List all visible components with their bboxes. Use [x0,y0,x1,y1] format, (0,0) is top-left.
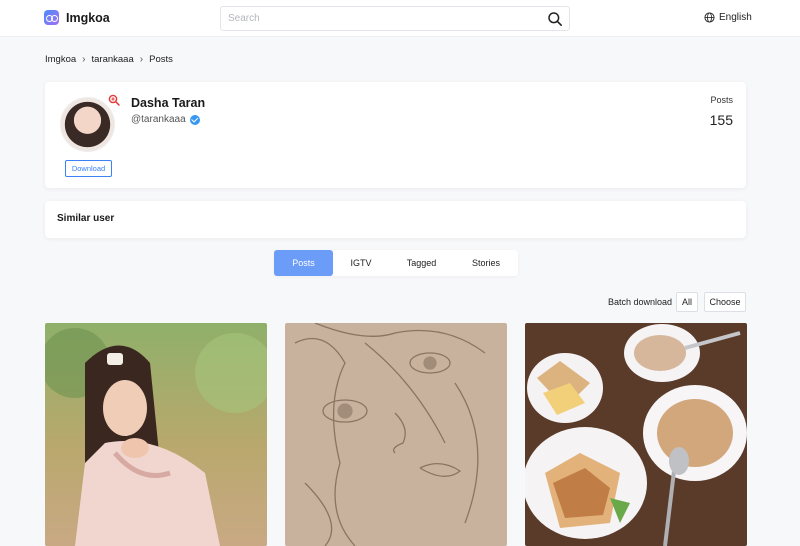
posts-label: Posts [710,95,733,105]
download-button[interactable]: Download [65,160,112,177]
similar-users-title: Similar user [57,213,115,224]
language-selector[interactable]: English [704,12,752,23]
tab-igtv[interactable]: IGTV [333,250,389,276]
post-thumbnail[interactable] [285,323,507,546]
profile-handle-row: @tarankaaa [131,114,200,125]
logo-icon [44,10,59,25]
post-thumbnail[interactable] [525,323,747,546]
post-image [525,323,747,546]
post-image [45,323,267,546]
profile-card: Download Dasha Taran @tarankaaa Posts 15… [45,82,746,188]
posts-count: 155 [709,112,733,128]
tab-stories[interactable]: Stories [454,250,518,276]
breadcrumb-user[interactable]: tarankaaa [92,54,134,65]
logo-text: Imgkoa [66,10,110,25]
search-input[interactable] [221,7,531,30]
search-box [220,6,570,31]
profile-handle: @tarankaaa [131,114,186,125]
batch-download-label: Batch download [608,297,673,307]
breadcrumb-current: Posts [149,54,173,65]
verified-icon [189,114,200,125]
chevron-right-icon: › [82,54,86,65]
search-icon[interactable] [547,11,563,27]
top-bar: Imgkoa English [0,0,800,37]
globe-icon [704,12,715,23]
tab-posts[interactable]: Posts [274,250,333,276]
select-all-button[interactable]: All [676,292,698,312]
post-image [285,323,507,546]
similar-users-card: Similar user [45,201,746,238]
logo[interactable]: Imgkoa [44,10,110,25]
content-tabs: Posts IGTV Tagged Stories [274,250,518,276]
post-thumbnail[interactable] [45,323,267,546]
chevron-right-icon: › [139,54,144,65]
avatar [60,97,115,152]
tab-tagged[interactable]: Tagged [389,250,454,276]
breadcrumb-home[interactable]: Imgkoa [45,54,76,65]
profile-name: Dasha Taran [131,96,206,110]
breadcrumb: Imgkoa › tarankaaa › Posts [45,54,173,65]
zoom-icon[interactable] [108,94,120,106]
choose-button[interactable]: Choose [704,292,746,312]
language-label: English [719,12,752,23]
